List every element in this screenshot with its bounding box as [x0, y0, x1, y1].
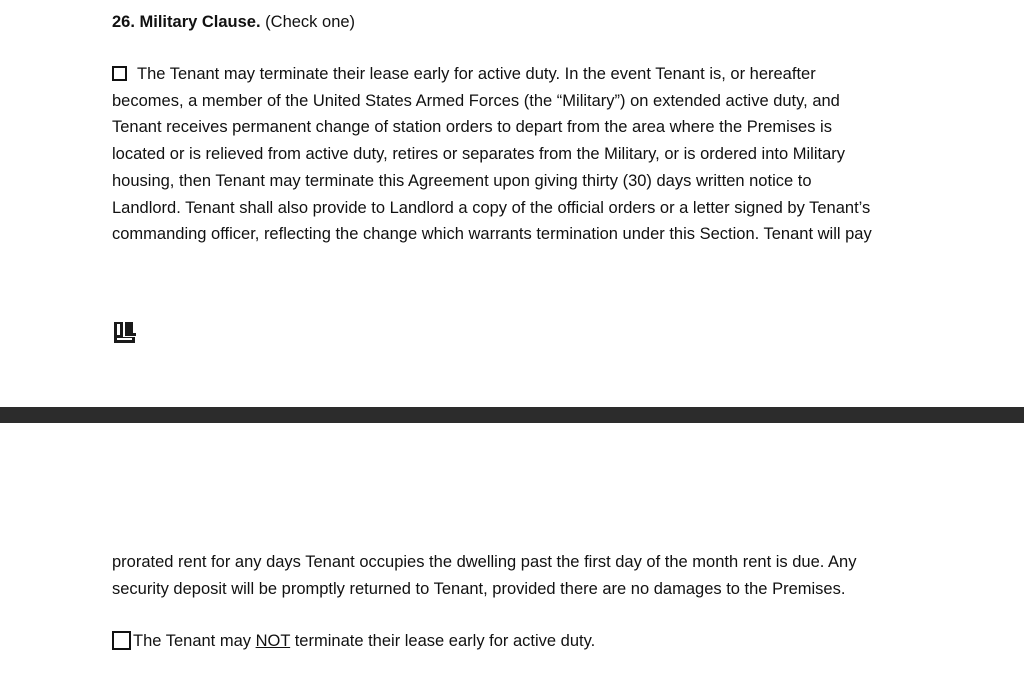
- option1-line-7: commanding officer, reflecting the chang…: [112, 225, 872, 244]
- section-heading: 26. Military Clause. (Check one): [112, 11, 355, 33]
- option1-continuation: prorated rent for any days Tenant occupi…: [112, 549, 856, 602]
- option1-cont-line-1: prorated rent for any days Tenant occupi…: [112, 553, 857, 571]
- page-break-divider: [0, 407, 1024, 423]
- option1-checkbox[interactable]: [112, 66, 127, 81]
- option2-checkbox[interactable]: [112, 631, 131, 650]
- document-page-top: 26. Military Clause. (Check one) The Ten…: [0, 0, 1024, 407]
- option-terminate-early: The Tenant may terminate their lease ear…: [112, 61, 872, 248]
- document-pages-icon[interactable]: [113, 321, 137, 345]
- section-title: 26. Military Clause.: [112, 13, 261, 31]
- option1-line-2: becomes, a member of the United States A…: [112, 91, 840, 110]
- section-instruction: (Check one): [265, 13, 356, 31]
- option1-line-3: Tenant receives permanent change of stat…: [112, 118, 832, 137]
- option2-text-before: The Tenant may: [133, 632, 256, 650]
- option2-not-emphasis: NOT: [255, 632, 291, 650]
- option1-line-6: Landlord. Tenant shall also provide to L…: [112, 198, 871, 217]
- option1-line-4: located or is relieved from active duty,…: [112, 145, 845, 164]
- option1-line-5: housing, then Tenant may terminate this …: [112, 171, 812, 190]
- option2-text-after: terminate their lease early for active d…: [290, 632, 596, 650]
- option1-line-1: The Tenant may terminate their lease ear…: [112, 61, 872, 88]
- option1-cont-line-2: security deposit will be promptly return…: [112, 579, 846, 598]
- option-not-terminate: The Tenant may NOT terminate their lease…: [112, 628, 595, 655]
